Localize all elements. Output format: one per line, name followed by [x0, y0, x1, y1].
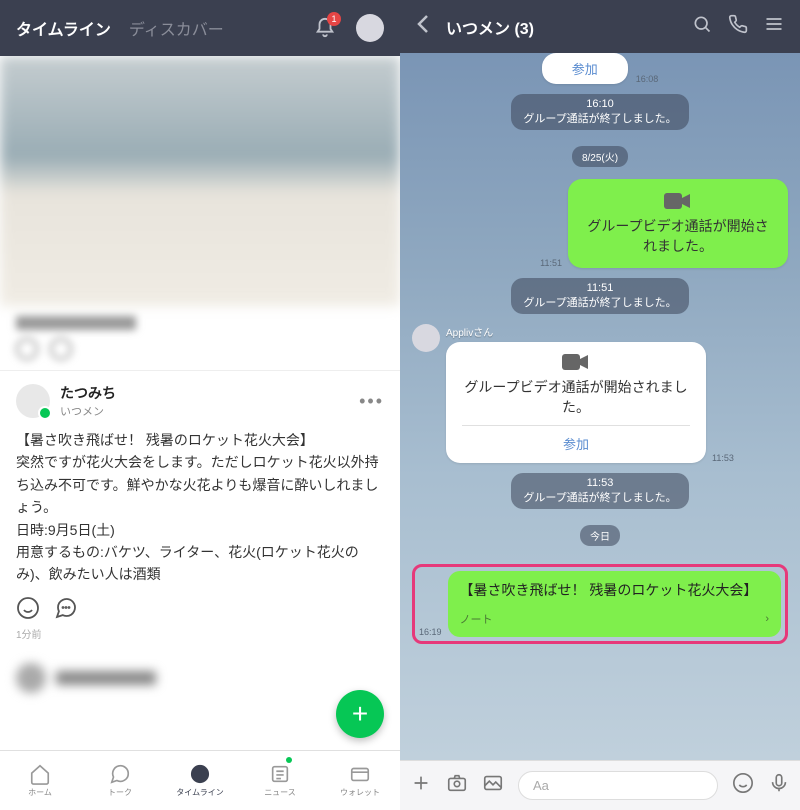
timeline-header: タイムライン ディスカバー 1 [0, 0, 400, 56]
video-icon [664, 191, 692, 211]
comment-icon[interactable] [54, 596, 78, 620]
more-icon[interactable]: ••• [359, 391, 384, 412]
msg-time: 11:51 [540, 258, 562, 268]
other-message: グループビデオ通話が開始されました。 参加 [446, 342, 706, 463]
emoji-icon[interactable] [732, 772, 754, 799]
msg-time: 16:08 [636, 74, 659, 84]
smile-icon[interactable] [16, 596, 40, 620]
chat-pane: いつメン (3) 参加 16:08 16:10グループ通話が終了しました。 8/… [400, 0, 800, 810]
image-icon[interactable] [482, 772, 504, 799]
system-message: 11:51グループ通話が終了しました。 [511, 278, 688, 314]
profile-avatar[interactable] [356, 14, 384, 42]
msg-time: 11:53 [712, 453, 734, 463]
phone-icon[interactable] [728, 14, 748, 39]
timeline-pane: タイムライン ディスカバー 1 たつみち いつメン ••• 【暑さ吹き飛ばせ！ [0, 0, 400, 810]
post-content: 【暑さ吹き飛ばせ！ 残暑のロケット花火大会】 突然ですが花火大会をします。ただし… [16, 429, 384, 586]
blurred-image-post [0, 56, 400, 306]
menu-icon[interactable] [764, 14, 784, 39]
video-icon [562, 352, 590, 372]
join-bubble[interactable]: 参加 [542, 53, 628, 84]
blurred-next-post [0, 653, 400, 703]
chat-messages: 参加 16:08 16:10グループ通話が終了しました。 8/25(火) 11:… [400, 53, 800, 760]
tab-wallet[interactable]: ウォレット [320, 751, 400, 810]
tab-timeline[interactable]: タイムライン [16, 16, 111, 40]
my-message: グループビデオ通話が開始されました。 [568, 179, 788, 268]
chat-title: いつメン (3) [446, 15, 676, 39]
post-group: いつメン [60, 403, 349, 419]
plus-icon[interactable] [410, 772, 432, 799]
system-message: 16:10グループ通話が終了しました。 [511, 94, 688, 130]
compose-fab[interactable]: + [336, 690, 384, 738]
bottom-tabbar: ホーム トーク タイムライン ニュース ウォレット [0, 750, 400, 810]
join-link[interactable]: 参加 [462, 425, 690, 453]
tab-talk[interactable]: トーク [80, 751, 160, 810]
bell-icon[interactable]: 1 [312, 15, 338, 41]
chevron-right-icon: › [765, 613, 769, 625]
post-actions [16, 596, 384, 620]
tab-news[interactable]: ニュース [240, 751, 320, 810]
sender-name: Applivさん [446, 324, 734, 339]
tab-home[interactable]: ホーム [0, 751, 80, 810]
mic-icon[interactable] [768, 772, 790, 799]
blurred-meta [0, 306, 400, 370]
date-separator: 8/25(火) [572, 146, 628, 167]
date-separator: 今日 [580, 525, 620, 546]
note-message[interactable]: 【暑さ吹き飛ばせ！ 残暑のロケット花火大会】 ノート› [448, 571, 781, 637]
camera-icon[interactable] [446, 772, 468, 799]
chat-input-bar: Aa [400, 760, 800, 810]
message-input[interactable]: Aa [518, 771, 718, 800]
msg-time: 16:19 [419, 627, 442, 637]
highlight-annotation: 16:19 【暑さ吹き飛ばせ！ 残暑のロケット花火大会】 ノート› [412, 564, 788, 644]
tab-timeline-nav[interactable]: タイムライン [160, 751, 240, 810]
tab-discover[interactable]: ディスカバー [129, 16, 224, 40]
notification-badge: 1 [327, 12, 341, 26]
timeline-body: たつみち いつメン ••• 【暑さ吹き飛ばせ！ 残暑のロケット花火大会】 突然で… [0, 56, 400, 750]
post-author: たつみち [60, 383, 349, 403]
timeline-post: たつみち いつメン ••• 【暑さ吹き飛ばせ！ 残暑のロケット花火大会】 突然で… [0, 370, 400, 653]
chat-header: いつメン (3) [400, 0, 800, 53]
search-icon[interactable] [692, 14, 712, 39]
post-timestamp: 1分前 [16, 626, 384, 641]
back-icon[interactable] [416, 14, 430, 39]
post-avatar[interactable] [16, 384, 50, 418]
sender-avatar[interactable] [412, 324, 440, 352]
system-message: 11:53グループ通話が終了しました。 [511, 473, 688, 509]
post-header: たつみち いつメン ••• [16, 383, 384, 419]
